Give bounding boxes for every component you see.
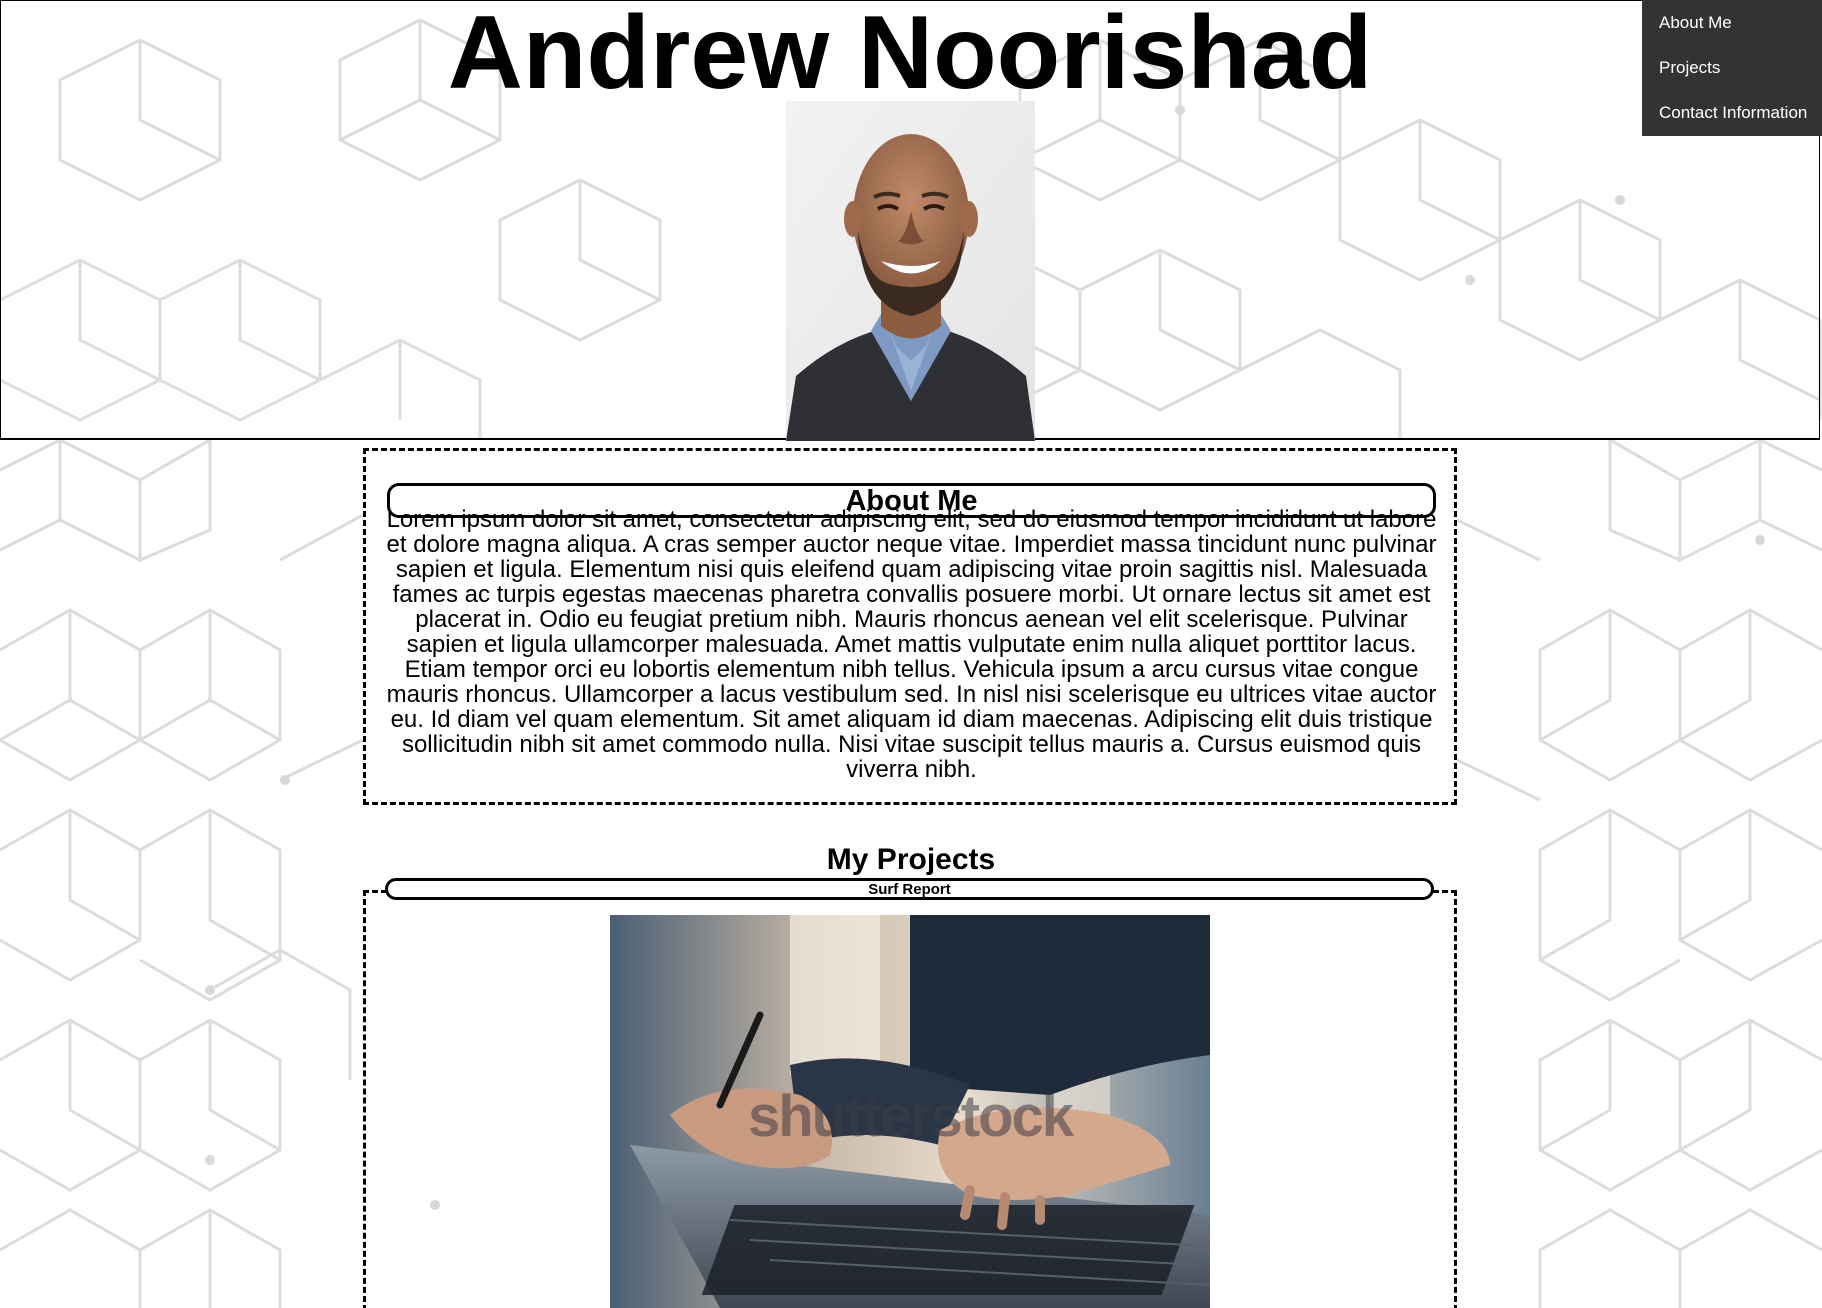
- shutterstock-watermark: shutterstock: [747, 1084, 1074, 1149]
- site-title: Andrew Noorishad: [447, 0, 1373, 111]
- portrait-photo: [786, 101, 1035, 441]
- nav-link-contact-information[interactable]: Contact Information: [1642, 90, 1822, 135]
- nav-link-projects[interactable]: Projects: [1642, 45, 1822, 90]
- nav-link-about-me[interactable]: About Me: [1642, 0, 1822, 45]
- about-me-section: About Me Lorem ipsum dolor sit amet, con…: [363, 448, 1457, 805]
- top-nav-menu: About Me Projects Contact Information: [1642, 0, 1822, 136]
- site-header: Andrew Noorishad: [0, 0, 1820, 441]
- project-title-surf-report: Surf Report: [385, 878, 1434, 900]
- project-image: shutterstock: [610, 915, 1210, 1308]
- projects-heading: My Projects: [826, 843, 996, 876]
- about-me-text: Lorem ipsum dolor sit amet, consectetur …: [386, 506, 1437, 783]
